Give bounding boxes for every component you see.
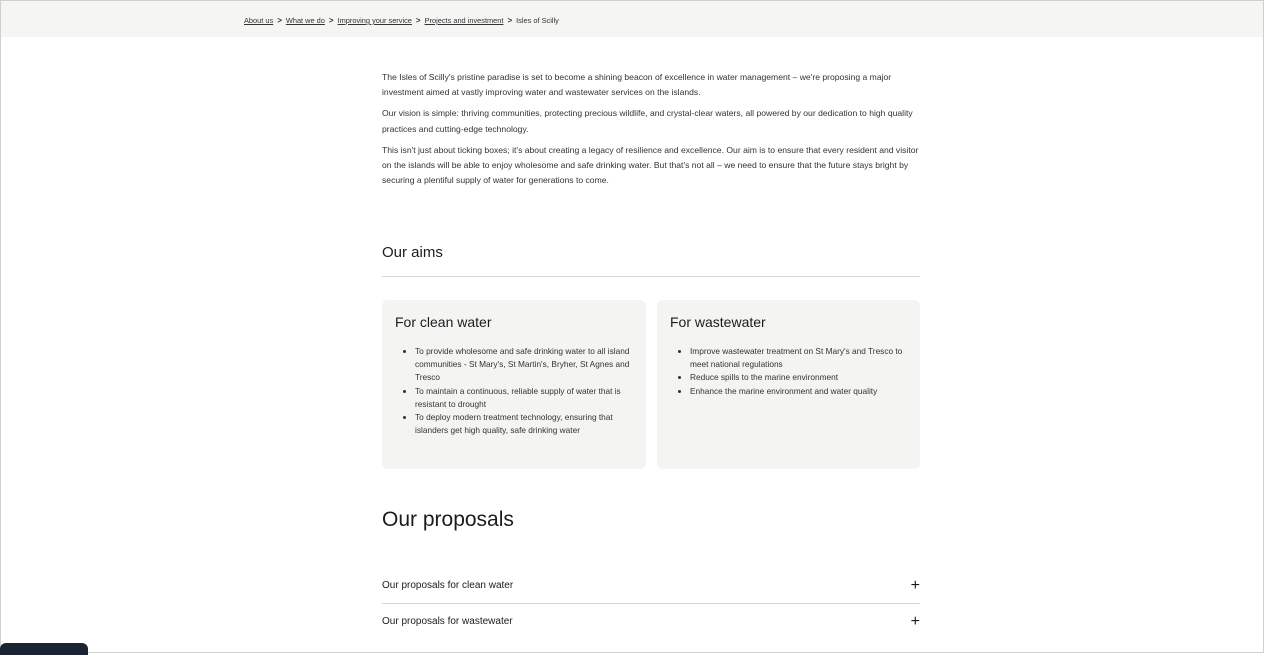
plus-icon[interactable]: + [911,576,920,596]
breadcrumb-link-projects-and-investment[interactable]: Projects and investment [425,16,504,25]
accordion-divider [382,603,920,604]
accordion-wastewater[interactable]: Our proposals for wastewater + [382,612,920,632]
intro-paragraph-3: This isn't just about ticking boxes; it'… [382,144,919,186]
intro-paragraph-2: Our vision is simple: thriving communiti… [382,108,913,134]
accordion-label: Our proposals for clean water [382,580,514,591]
proposals-heading: Our proposals [382,508,514,531]
clean-water-aims-title: For clean water [395,314,492,330]
breadcrumb-bar: About us > What we do > Improving your servi… [1,1,1263,37]
list-item: To provide wholesome and safe drinking w… [415,345,647,385]
aims-heading: Our aims [382,244,443,261]
list-item: To maintain a continuous, reliable suppl… [415,385,647,411]
intro-text: The Isles of Scilly's pristine paradise … [382,70,922,194]
breadcrumb-link-about-us[interactable]: About us [244,16,273,25]
breadcrumb-current: Isles of Scilly [516,16,559,25]
wastewater-aims-card: For wastewater Improve wastewater treatm… [657,300,920,469]
intro-paragraph-1: The Isles of Scilly's pristine paradise … [382,72,892,98]
breadcrumb-link-what-we-do[interactable]: What we do [286,16,325,25]
chat-widget-tab[interactable] [0,643,88,655]
breadcrumb-separator: > [277,16,282,25]
list-item: Reduce spills to the marine environment [690,371,922,384]
breadcrumb-separator: > [328,16,334,25]
list-item: Improve wastewater treatment on St Mary'… [690,345,922,371]
wastewater-aims-title: For wastewater [670,314,766,330]
list-item: Enhance the marine environment and water… [690,385,922,398]
accordion-label: Our proposals for wastewater [382,616,513,627]
plus-icon[interactable]: + [911,612,920,632]
breadcrumb-link-improving-your-service[interactable]: Improving your service [338,16,412,25]
breadcrumb-separator: > [507,16,513,25]
aims-divider [382,276,920,277]
clean-water-aims-list: To provide wholesome and safe drinking w… [395,345,647,437]
clean-water-aims-card: For clean water To provide wholesome and… [382,300,646,469]
wastewater-aims-list: Improve wastewater treatment on St Mary'… [670,345,922,398]
accordion-clean-water[interactable]: Our proposals for clean water + [382,576,920,596]
breadcrumb-separator: > [415,16,421,25]
list-item: To deploy modern treatment technology, e… [415,411,647,437]
breadcrumb: About us > What we do > Improving your servi… [244,16,559,25]
